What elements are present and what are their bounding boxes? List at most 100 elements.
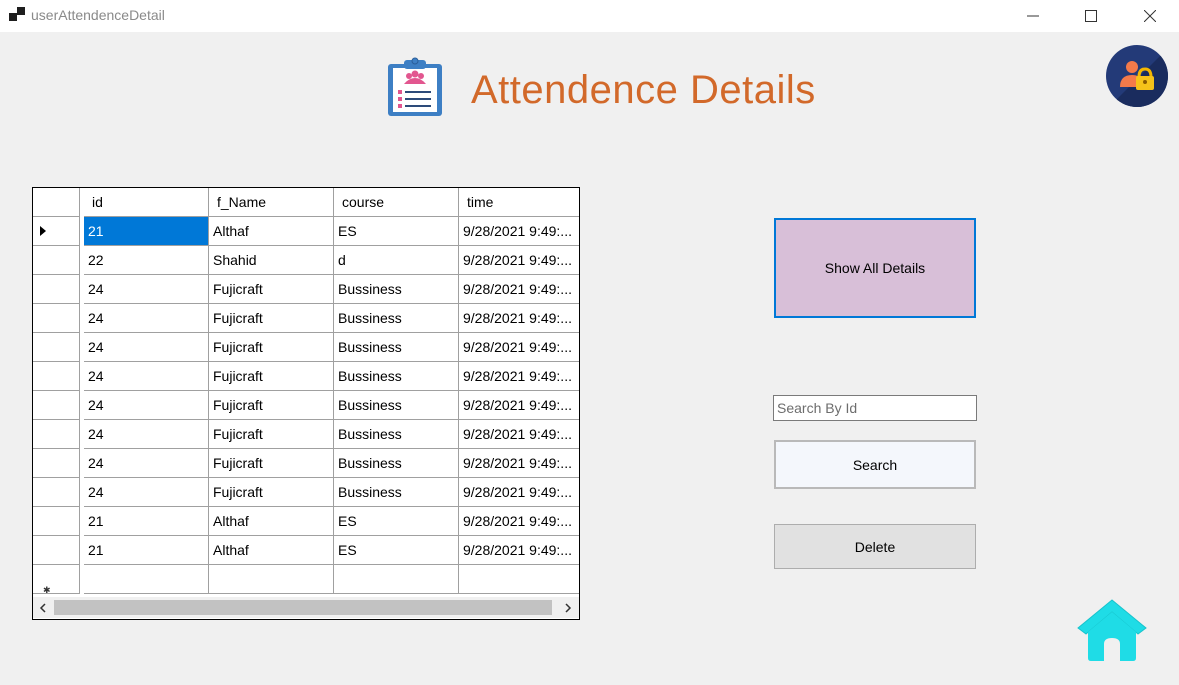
- table-row[interactable]: 24 Fujicraft Bussiness 9/28/2021 9:49:...: [33, 391, 579, 420]
- cell-id[interactable]: [84, 565, 209, 594]
- row-header[interactable]: [33, 333, 80, 362]
- cell-id[interactable]: 24: [84, 362, 209, 391]
- cell-time[interactable]: 9/28/2021 9:49:...: [459, 449, 579, 478]
- cell-f-name[interactable]: Fujicraft: [209, 478, 334, 507]
- table-row[interactable]: 21 Althaf ES 9/28/2021 9:49:...: [33, 217, 579, 246]
- cell-id[interactable]: 24: [84, 304, 209, 333]
- row-header[interactable]: [33, 362, 80, 391]
- cell-course[interactable]: Bussiness: [334, 420, 459, 449]
- table-row[interactable]: 24 Fujicraft Bussiness 9/28/2021 9:49:...: [33, 333, 579, 362]
- cell-f-name[interactable]: Fujicraft: [209, 333, 334, 362]
- cell-f-name[interactable]: Althaf: [209, 507, 334, 536]
- column-header-course[interactable]: course: [334, 188, 459, 217]
- cell-time[interactable]: 9/28/2021 9:49:...: [459, 507, 579, 536]
- cell-id[interactable]: 24: [84, 449, 209, 478]
- search-button[interactable]: Search: [774, 440, 976, 489]
- cell-id[interactable]: 24: [84, 391, 209, 420]
- table-row[interactable]: 24 Fujicraft Bussiness 9/28/2021 9:49:...: [33, 362, 579, 391]
- row-header[interactable]: [33, 478, 80, 507]
- show-all-details-button[interactable]: Show All Details: [774, 218, 976, 318]
- cell-f-name[interactable]: Fujicraft: [209, 449, 334, 478]
- cell-f-name[interactable]: Shahid: [209, 246, 334, 275]
- row-header[interactable]: [33, 536, 80, 565]
- row-header[interactable]: [33, 217, 80, 246]
- cell-id[interactable]: 24: [84, 420, 209, 449]
- cell-id[interactable]: 24: [84, 333, 209, 362]
- table-row[interactable]: 22 Shahid d 9/28/2021 9:49:...: [33, 246, 579, 275]
- column-header-id[interactable]: id: [84, 188, 209, 217]
- cell-time[interactable]: 9/28/2021 9:49:...: [459, 420, 579, 449]
- table-row[interactable]: 24 Fujicraft Bussiness 9/28/2021 9:49:...: [33, 275, 579, 304]
- row-header[interactable]: [33, 507, 80, 536]
- cell-course[interactable]: Bussiness: [334, 304, 459, 333]
- table-row[interactable]: 21 Althaf ES 9/28/2021 9:49:...: [33, 536, 579, 565]
- cell-course[interactable]: ES: [334, 536, 459, 565]
- cell-f-name[interactable]: Althaf: [209, 217, 334, 246]
- scroll-left-button[interactable]: [33, 597, 53, 618]
- table-row[interactable]: 24 Fujicraft Bussiness 9/28/2021 9:49:...: [33, 478, 579, 507]
- cell-id[interactable]: 24: [84, 478, 209, 507]
- table-row[interactable]: 21 Althaf ES 9/28/2021 9:49:...: [33, 507, 579, 536]
- cell-time[interactable]: 9/28/2021 9:49:...: [459, 246, 579, 275]
- cell-course[interactable]: Bussiness: [334, 333, 459, 362]
- grid-body: id f_Name course time 21 Althaf ES 9/28/202…: [33, 188, 579, 594]
- cell-time[interactable]: 9/28/2021 9:49:...: [459, 536, 579, 565]
- minimize-button[interactable]: [1010, 0, 1056, 32]
- maximize-button[interactable]: [1068, 0, 1114, 32]
- cell-course[interactable]: Bussiness: [334, 275, 459, 304]
- home-icon[interactable]: [1076, 598, 1148, 662]
- cell-course[interactable]: Bussiness: [334, 449, 459, 478]
- cell-course[interactable]: [334, 565, 459, 594]
- cell-id[interactable]: 21: [84, 217, 209, 246]
- user-lock-icon: [1116, 55, 1168, 107]
- title-bar: userAttendenceDetail: [0, 0, 1179, 32]
- cell-time[interactable]: 9/28/2021 9:49:...: [459, 304, 579, 333]
- row-header[interactable]: [33, 449, 80, 478]
- cell-course[interactable]: Bussiness: [334, 362, 459, 391]
- row-header[interactable]: [33, 246, 80, 275]
- close-button[interactable]: [1127, 0, 1173, 32]
- cell-id[interactable]: 24: [84, 275, 209, 304]
- cell-f-name[interactable]: [209, 565, 334, 594]
- cell-time[interactable]: 9/28/2021 9:49:...: [459, 391, 579, 420]
- cell-f-name[interactable]: Althaf: [209, 536, 334, 565]
- cell-f-name[interactable]: Fujicraft: [209, 420, 334, 449]
- cell-course[interactable]: d: [334, 246, 459, 275]
- cell-course[interactable]: ES: [334, 507, 459, 536]
- cell-id[interactable]: 22: [84, 246, 209, 275]
- attendance-grid[interactable]: id f_Name course time 21 Althaf ES 9/28/202…: [32, 187, 580, 620]
- cell-time[interactable]: 9/28/2021 9:49:...: [459, 217, 579, 246]
- cell-course[interactable]: Bussiness: [334, 478, 459, 507]
- cell-time[interactable]: 9/28/2021 9:49:...: [459, 478, 579, 507]
- cell-id[interactable]: 21: [84, 507, 209, 536]
- search-input[interactable]: [773, 395, 977, 421]
- header-row: id f_Name course time: [33, 188, 579, 217]
- delete-button[interactable]: Delete: [774, 524, 976, 569]
- scroll-right-button[interactable]: [558, 597, 578, 618]
- new-row[interactable]: ✱: [33, 565, 579, 594]
- table-row[interactable]: 24 Fujicraft Bussiness 9/28/2021 9:49:...: [33, 420, 579, 449]
- cell-course[interactable]: ES: [334, 217, 459, 246]
- row-header[interactable]: [33, 304, 80, 333]
- cell-course[interactable]: Bussiness: [334, 391, 459, 420]
- user-lock-button[interactable]: [1106, 45, 1168, 107]
- horizontal-scrollbar[interactable]: [33, 597, 579, 618]
- cell-f-name[interactable]: Fujicraft: [209, 304, 334, 333]
- row-header[interactable]: [33, 275, 80, 304]
- cell-time[interactable]: 9/28/2021 9:49:...: [459, 362, 579, 391]
- cell-time[interactable]: 9/28/2021 9:49:...: [459, 275, 579, 304]
- cell-f-name[interactable]: Fujicraft: [209, 275, 334, 304]
- cell-time[interactable]: 9/28/2021 9:49:...: [459, 333, 579, 362]
- cell-f-name[interactable]: Fujicraft: [209, 362, 334, 391]
- cell-time[interactable]: [459, 565, 579, 594]
- scrollbar-thumb[interactable]: [54, 600, 552, 615]
- row-header[interactable]: ✱: [33, 565, 80, 594]
- column-header-f-name[interactable]: f_Name: [209, 188, 334, 217]
- table-row[interactable]: 24 Fujicraft Bussiness 9/28/2021 9:49:...: [33, 304, 579, 333]
- row-header[interactable]: [33, 420, 80, 449]
- column-header-time[interactable]: time: [459, 188, 579, 217]
- row-header[interactable]: [33, 391, 80, 420]
- cell-id[interactable]: 21: [84, 536, 209, 565]
- table-row[interactable]: 24 Fujicraft Bussiness 9/28/2021 9:49:...: [33, 449, 579, 478]
- cell-f-name[interactable]: Fujicraft: [209, 391, 334, 420]
